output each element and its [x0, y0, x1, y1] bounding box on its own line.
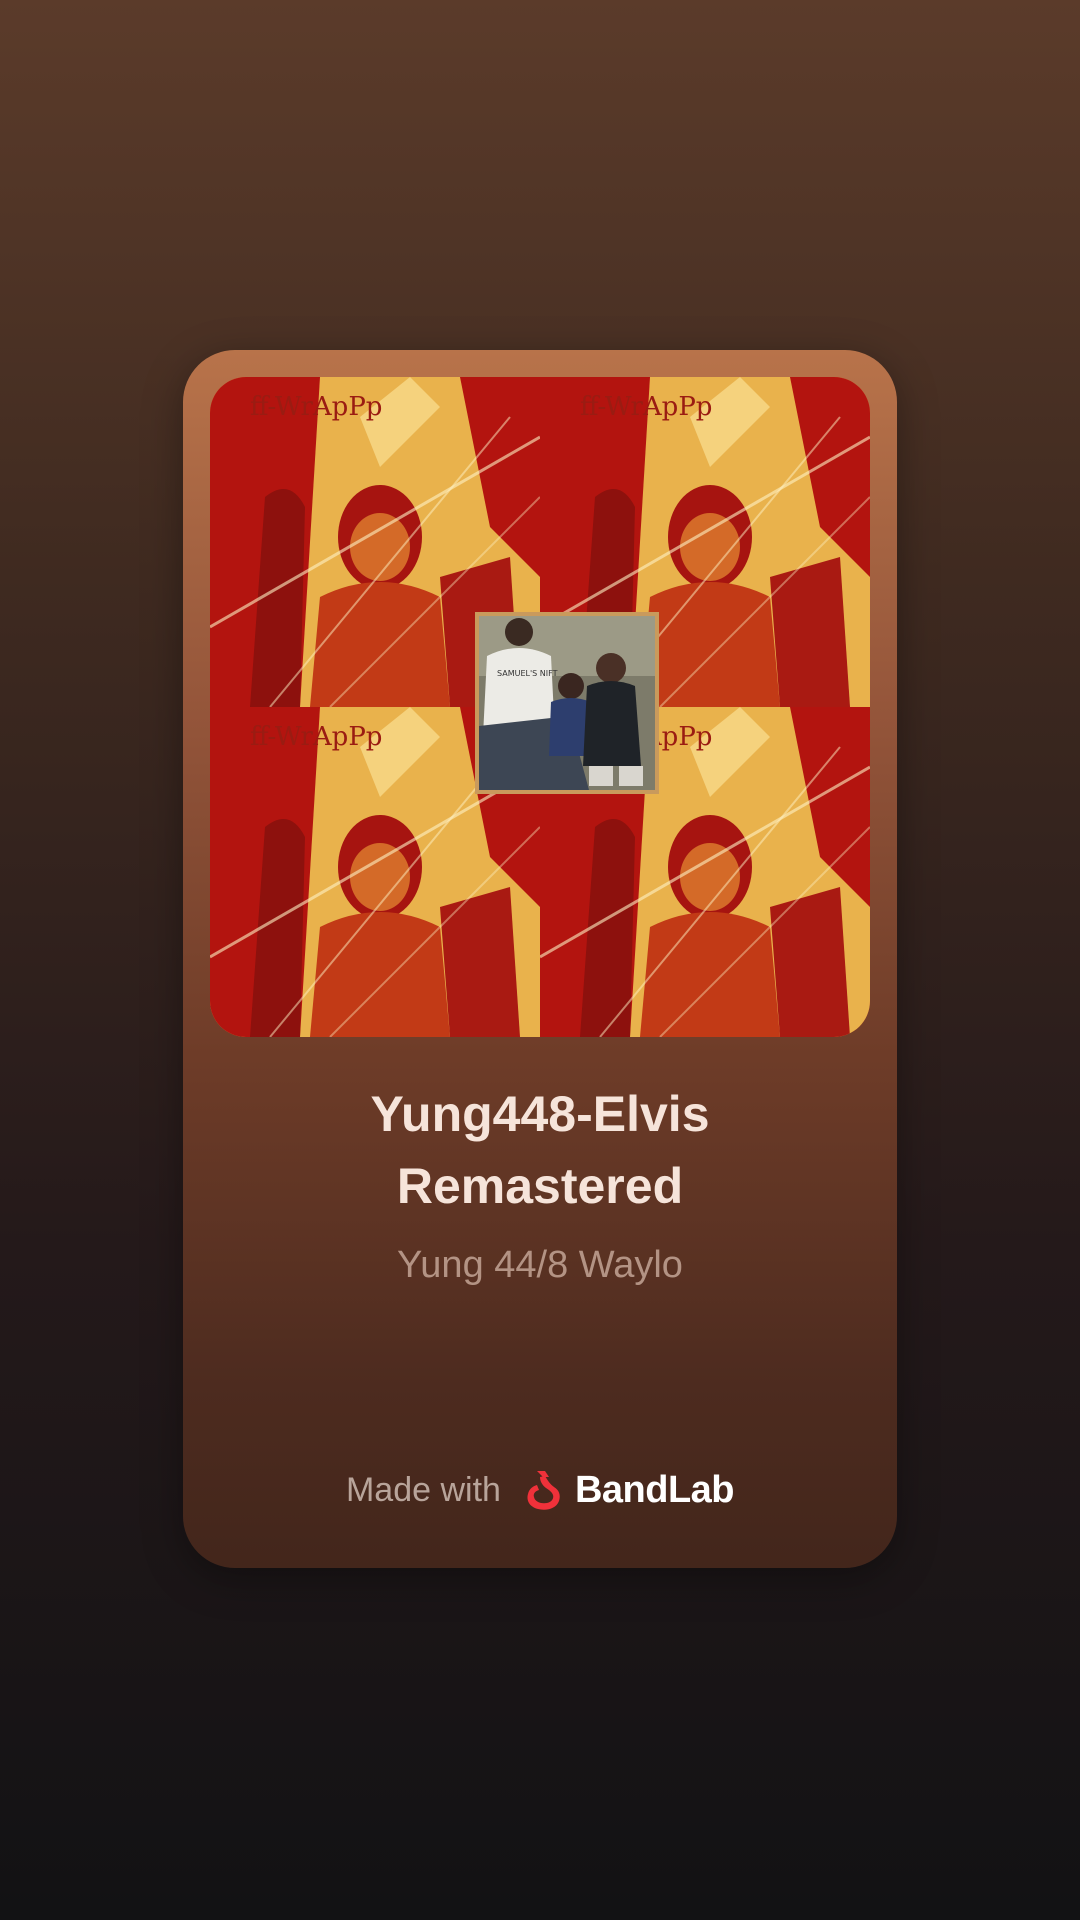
made-with-label: Made with [345, 1470, 501, 1509]
bandlab-brand-name: BandLab [574, 1468, 735, 1511]
track-title: Yung448-Elvis Remastered [183, 1078, 897, 1222]
shirt-text: SAMUEL'S NIFT [497, 669, 558, 678]
artwork-tile-caption: ff-WrApPp [250, 722, 382, 752]
track-title-line2: Remastered [396, 1158, 684, 1214]
track-share-card: ff-WrApPp ff-WrApPp ff-WrApPp SAMUEL'S N… [183, 350, 897, 1568]
album-artwork: ff-WrApPp ff-WrApPp ff-WrApPp SAMUEL'S N… [210, 377, 870, 1037]
artwork-tile-caption: ff-WrApPp [250, 392, 382, 422]
bandlab-logo-icon [527, 1471, 560, 1510]
inset-family-photo: SAMUEL'S NIFT [475, 612, 659, 794]
artwork-tile-caption: ff-WrApPp [580, 392, 712, 422]
track-title-line1: Yung448-Elvis [370, 1086, 710, 1142]
made-with-bandlab[interactable]: Made with BandLab [183, 1460, 897, 1520]
artist-name: Yung 44/8 Waylo [397, 1244, 683, 1286]
